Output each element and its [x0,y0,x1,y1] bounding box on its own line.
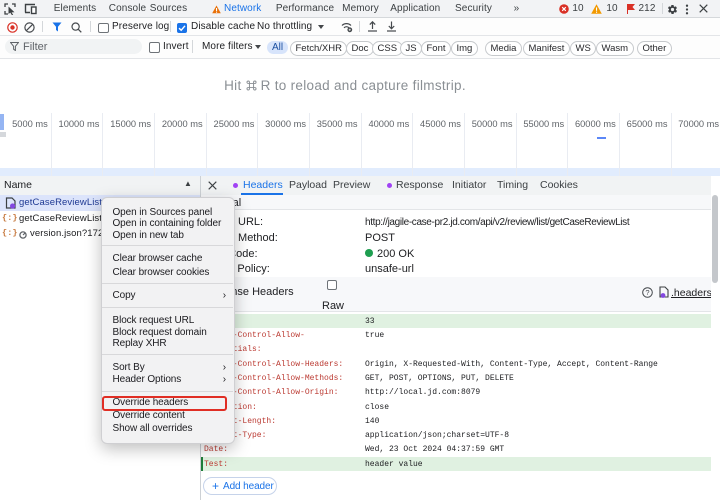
svg-text:?: ? [645,288,649,297]
